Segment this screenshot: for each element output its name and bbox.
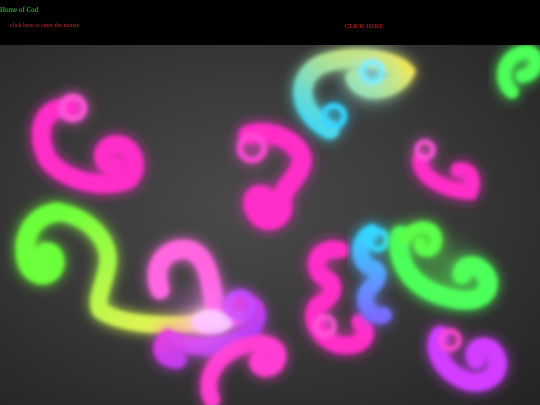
swirl-green-top-right [497, 45, 540, 99]
fluid-swirls-graphic [16, 45, 540, 405]
swirl-violet-bottom-right [428, 326, 507, 391]
swirl-magenta-center [237, 124, 312, 230]
fluid-canvas[interactable] [0, 45, 540, 405]
click-here-link[interactable]: CLICK HERE [345, 23, 383, 30]
swirl-cyan-center [352, 224, 392, 324]
enter-matrix-link[interactable]: click here to enter the matrix [10, 23, 79, 29]
swirl-magenta-left [32, 94, 143, 193]
swirl-pink-right [413, 139, 480, 200]
header-bar: Home of Cod click here to enter the matr… [0, 0, 540, 45]
site-title: Home of Cod [0, 6, 39, 14]
